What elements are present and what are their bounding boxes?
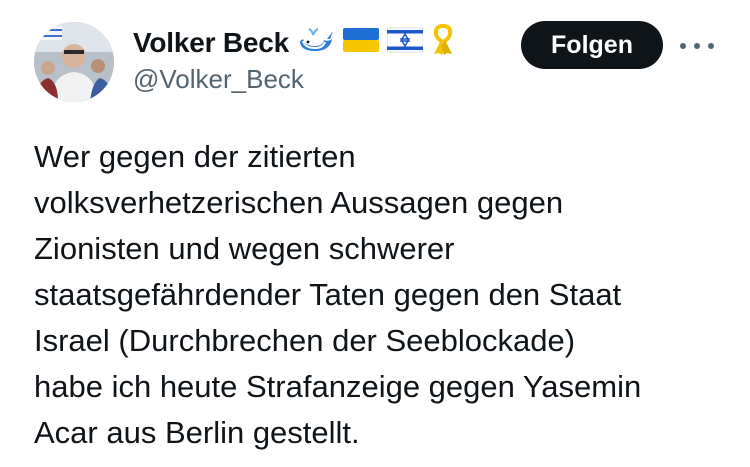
more-dot xyxy=(680,43,686,49)
whale-emoji-icon xyxy=(297,27,335,58)
tweet-line: Zionisten und wegen schwerer xyxy=(34,231,455,266)
follow-button[interactable]: Folgen xyxy=(521,21,663,69)
tweet-line: Wer gegen der zitierten xyxy=(34,139,356,174)
avatar-photo xyxy=(34,22,114,102)
tweet-line: staatsgefährdender Taten gegen den Staat xyxy=(34,277,622,312)
display-name[interactable]: Volker Beck xyxy=(133,27,289,59)
avatar[interactable] xyxy=(34,22,114,102)
tweet-line: Acar aus Berlin gestellt. xyxy=(34,415,360,450)
more-dot xyxy=(694,43,700,49)
yellow-ribbon-icon xyxy=(431,23,455,61)
name-row: Volker Beck xyxy=(133,23,455,61)
ukraine-flag-icon xyxy=(343,27,380,58)
israel-flag-icon xyxy=(386,27,424,58)
more-dot xyxy=(708,43,714,49)
more-dots-icon[interactable] xyxy=(680,36,714,56)
tweet-line: habe ich heute Strafanzeige gegen Yasemi… xyxy=(34,369,642,404)
user-handle[interactable]: @Volker_Beck xyxy=(133,64,304,95)
tweet-line: volksverhetzerischen Aussagen gegen xyxy=(34,185,564,220)
tweet-text: Wer gegen der zitierten volksverhetzeris… xyxy=(34,134,724,456)
tweet-line: Israel (Durchbrechen der Seeblockade) xyxy=(34,323,576,358)
